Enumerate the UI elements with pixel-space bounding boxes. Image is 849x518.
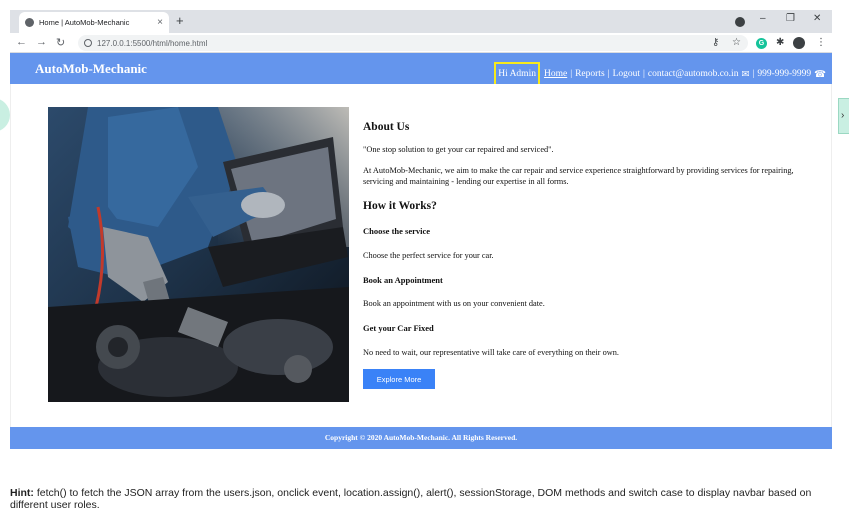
minimize-button[interactable]: – bbox=[760, 13, 766, 24]
forward-arrow-icon[interactable]: → bbox=[36, 36, 47, 48]
brand-logo-text[interactable]: AutoMob-Mechanic bbox=[35, 61, 147, 77]
address-bar-row: ← → ↻ 127.0.0.1:5500/html/home.html ⚷ ☆ … bbox=[10, 33, 832, 53]
nav-email-link[interactable]: contact@automob.co.in bbox=[648, 69, 739, 79]
about-quote: "One stop solution to get your car repai… bbox=[363, 145, 554, 154]
url-text: 127.0.0.1:5500/html/home.html bbox=[97, 38, 208, 48]
browser-tab-strip: Home | AutoMob-Mechanic × + – ❐ ✕ bbox=[10, 10, 832, 33]
nav-reports-link[interactable]: Reports bbox=[575, 69, 605, 79]
how-it-works-title: How it Works? bbox=[363, 200, 437, 212]
star-icon[interactable]: ☆ bbox=[732, 37, 741, 48]
new-tab-button[interactable]: + bbox=[176, 13, 184, 28]
hint-body: fetch() to fetch the JSON array from the… bbox=[10, 487, 812, 511]
site-navbar: AutoMob-Mechanic Hi Admin Home | Reports… bbox=[10, 53, 832, 86]
hint-text: Hint: fetch() to fetch the JSON array fr… bbox=[10, 487, 840, 511]
nav-separator: | bbox=[570, 69, 573, 79]
grammarly-icon[interactable]: G bbox=[756, 38, 767, 49]
step-title: Book an Appointment bbox=[363, 275, 443, 285]
step-text: Choose the perfect service for your car. bbox=[363, 251, 494, 260]
main-content: About Us "One stop solution to get your … bbox=[10, 84, 832, 427]
key-icon[interactable]: ⚷ bbox=[712, 37, 719, 48]
reload-icon[interactable]: ↻ bbox=[56, 36, 65, 49]
envelope-icon: ✉ bbox=[741, 69, 750, 80]
tab-close-icon[interactable]: × bbox=[157, 17, 163, 28]
step-text: No need to wait, our representative will… bbox=[363, 348, 619, 357]
url-field[interactable]: 127.0.0.1:5500/html/home.html bbox=[78, 35, 748, 51]
step-title: Get your Car Fixed bbox=[363, 323, 434, 333]
greeting-admin: Hi Admin bbox=[494, 62, 540, 86]
nav-phone: 999-999-9999 bbox=[757, 69, 812, 79]
phone-icon: ☎ bbox=[814, 69, 826, 80]
about-text: At AutoMob-Mechanic, we aim to make the … bbox=[363, 166, 794, 186]
back-arrow-icon[interactable]: ← bbox=[16, 36, 27, 48]
site-footer: Copyright © 2020 AutoMob-Mechanic. All R… bbox=[10, 427, 832, 449]
profile-avatar-icon[interactable] bbox=[793, 37, 805, 49]
step-title: Choose the service bbox=[363, 226, 431, 236]
nav-logout-link[interactable]: Logout bbox=[613, 69, 640, 79]
browser-tab[interactable]: Home | AutoMob-Mechanic × bbox=[19, 12, 169, 33]
side-widget-left[interactable] bbox=[0, 98, 10, 132]
step-text: Book an appointment with us on your conv… bbox=[363, 299, 545, 308]
menu-dots-icon[interactable]: ⋮ bbox=[816, 37, 826, 48]
nav-links: Hi Admin Home | Reports | Logout | conta… bbox=[494, 62, 826, 86]
explore-more-button[interactable]: Explore More bbox=[363, 369, 435, 389]
info-icon[interactable] bbox=[84, 39, 92, 47]
close-window-button[interactable]: ✕ bbox=[813, 13, 821, 24]
about-title: About Us bbox=[363, 121, 410, 133]
mechanic-illustration bbox=[48, 107, 349, 402]
extensions-icon[interactable]: ✱ bbox=[776, 37, 784, 48]
nav-separator: | bbox=[752, 69, 755, 79]
globe-icon bbox=[25, 18, 34, 27]
restore-button[interactable]: ❐ bbox=[786, 13, 795, 24]
hint-label: Hint: bbox=[10, 487, 34, 499]
side-widget-right[interactable]: › bbox=[838, 98, 849, 134]
nav-separator: | bbox=[607, 69, 610, 79]
tab-title: Home | AutoMob-Mechanic bbox=[39, 18, 130, 27]
mechanic-photo bbox=[48, 107, 349, 402]
record-icon[interactable] bbox=[735, 17, 745, 27]
nav-separator: | bbox=[643, 69, 645, 79]
nav-home-link[interactable]: Home bbox=[544, 69, 567, 79]
